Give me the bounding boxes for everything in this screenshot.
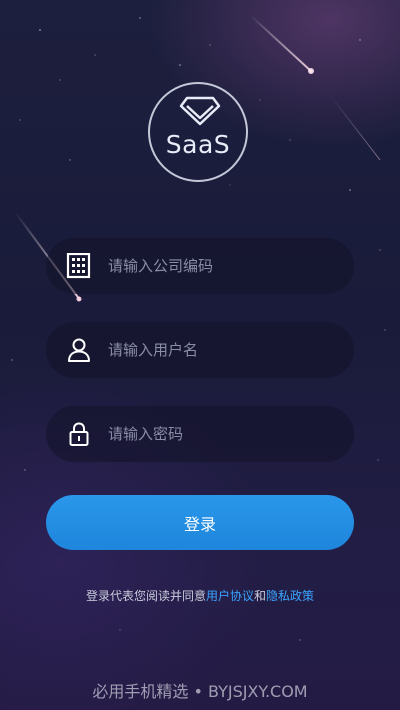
company-code-input[interactable] (108, 238, 338, 294)
app-logo: SaaS (148, 82, 248, 182)
user-icon (68, 338, 90, 362)
agreement-prefix: 登录代表您阅读并同意 (85, 589, 206, 603)
logo-text: SaaS (165, 130, 231, 159)
agreement-and: 和 (254, 589, 267, 603)
watermark: 必用手机精选 • BYJSJXY.COM (92, 682, 308, 701)
privacy-policy-link[interactable]: 隐私政策 (266, 589, 314, 603)
username-input[interactable] (108, 322, 338, 378)
agreement-text: 登录代表您阅读并同意用户协议和隐私政策 (0, 587, 400, 604)
password-input[interactable] (108, 406, 338, 462)
diamond-icon (179, 96, 221, 126)
lock-icon (69, 422, 89, 446)
building-icon (66, 253, 91, 279)
username-field[interactable] (46, 322, 354, 378)
password-field[interactable] (46, 406, 354, 462)
login-button[interactable]: 登录 (46, 495, 354, 550)
user-agreement-link[interactable]: 用户协议 (206, 589, 254, 603)
company-code-field[interactable] (46, 238, 354, 294)
